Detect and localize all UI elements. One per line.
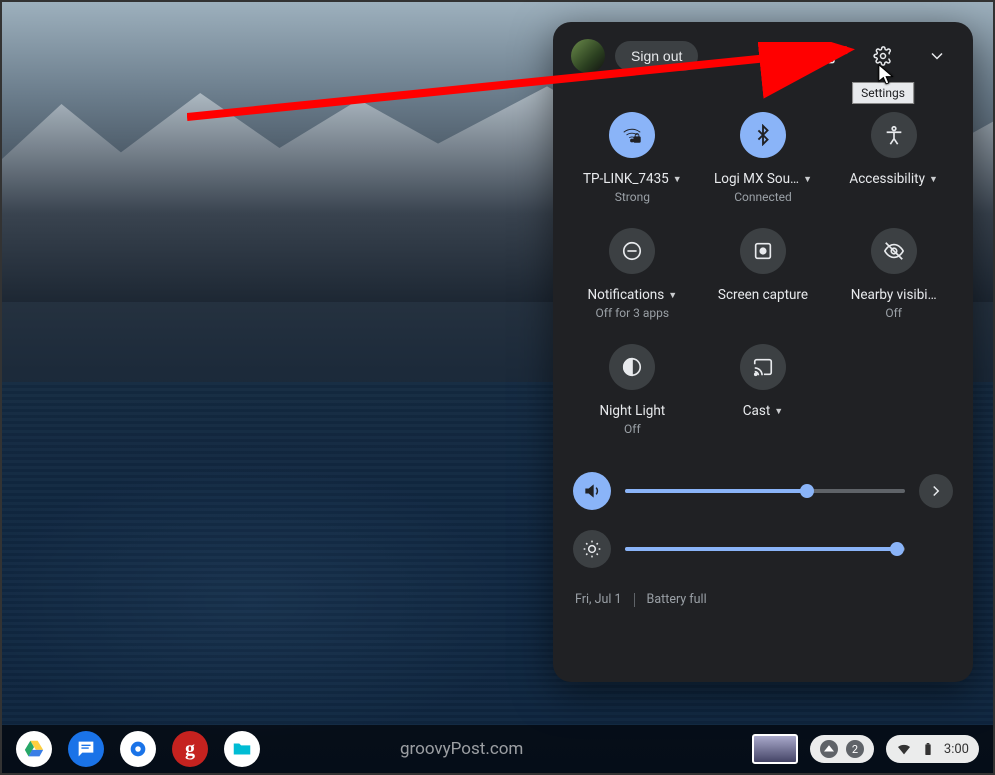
- brightness-row: [571, 520, 955, 578]
- tile-accessibility[interactable]: Accessibility▼: [832, 104, 955, 212]
- tile-label: TP-LINK_7435▼: [583, 171, 682, 187]
- tile-label: Screen capture: [718, 287, 808, 303]
- app-groovypost[interactable]: g: [172, 731, 208, 767]
- tray-expand-icon: [820, 740, 838, 758]
- chevron-right-icon: [927, 482, 945, 500]
- wifi-icon: [896, 741, 912, 757]
- panel-header: Sign out Settings: [571, 38, 955, 74]
- tile-empty: [832, 336, 955, 444]
- dropdown-caret-icon: ▼: [774, 406, 783, 417]
- messages-icon: [75, 738, 97, 760]
- audio-settings-button[interactable]: [919, 474, 953, 508]
- settings-tooltip: Settings: [852, 82, 914, 104]
- tile-label: Accessibility▼: [849, 171, 937, 187]
- settings-button[interactable]: Settings: [865, 38, 901, 74]
- dropdown-caret-icon: ▼: [673, 174, 682, 185]
- shelf-apps: g: [16, 731, 260, 767]
- shelf: g groovyPost.com 2 3:00: [2, 725, 993, 773]
- tile-label: Cast▼: [743, 403, 783, 419]
- volume-slider[interactable]: [625, 489, 905, 493]
- tile-sub: Strong: [573, 190, 692, 204]
- wifi-locked-icon: [609, 112, 655, 158]
- quick-settings-panel: Sign out Settings TP-LINK_7435▼ Strong: [553, 22, 973, 682]
- volume-row: [571, 462, 955, 520]
- lock-icon: [819, 46, 839, 66]
- sign-out-button[interactable]: Sign out: [615, 41, 698, 71]
- app-settings[interactable]: [120, 731, 156, 767]
- tile-label: Night Light: [599, 403, 665, 419]
- app-google-drive[interactable]: [16, 731, 52, 767]
- sliders-section: [571, 462, 955, 578]
- panel-footer: Fri, Jul 1 Battery full: [571, 592, 955, 607]
- dropdown-caret-icon: ▼: [668, 290, 677, 301]
- power-icon: [765, 46, 785, 66]
- drive-icon: [23, 738, 45, 760]
- dropdown-caret-icon: ▼: [803, 174, 812, 185]
- cast-icon: [740, 344, 786, 390]
- gear-icon: [873, 46, 893, 66]
- tile-sub: Off for 3 apps: [573, 306, 692, 320]
- status-area[interactable]: 3:00: [886, 735, 979, 763]
- bluetooth-icon: [740, 112, 786, 158]
- shelf-wallpaper-thumb[interactable]: [752, 734, 798, 764]
- tile-screen-capture[interactable]: Screen capture: [702, 220, 825, 328]
- brightness-icon[interactable]: [573, 530, 611, 568]
- chevron-down-icon: [927, 46, 947, 66]
- battery-icon: [920, 741, 936, 757]
- dropdown-caret-icon: ▼: [929, 174, 938, 185]
- collapse-button[interactable]: [919, 38, 955, 74]
- tile-nearby-visibility[interactable]: Nearby visibi… Off: [832, 220, 955, 328]
- gear-icon: [127, 738, 149, 760]
- tile-cast[interactable]: Cast▼: [702, 336, 825, 444]
- clock-time: 3:00: [944, 742, 969, 757]
- tile-sub: Off: [573, 422, 692, 436]
- footer-date: Fri, Jul 1: [575, 592, 622, 607]
- visibility-off-icon: [871, 228, 917, 274]
- notification-tray[interactable]: 2: [810, 735, 874, 763]
- lock-button[interactable]: [811, 38, 847, 74]
- dnd-icon: [609, 228, 655, 274]
- tile-label: Nearby visibi…: [851, 287, 937, 303]
- footer-battery: Battery full: [647, 592, 707, 607]
- volume-icon[interactable]: [573, 472, 611, 510]
- accessibility-icon: [871, 112, 917, 158]
- tile-label: Logi MX Sou…▼: [714, 171, 812, 187]
- tile-sub: Connected: [704, 190, 823, 204]
- tile-label: Notifications▼: [587, 287, 677, 303]
- power-button[interactable]: [757, 38, 793, 74]
- footer-divider: [634, 593, 635, 607]
- notification-count-badge: 2: [846, 740, 864, 758]
- tile-bluetooth[interactable]: Logi MX Sou…▼ Connected: [702, 104, 825, 212]
- screen-capture-icon: [740, 228, 786, 274]
- quick-settings-tiles: TP-LINK_7435▼ Strong Logi MX Sou…▼ Conne…: [571, 104, 955, 444]
- tile-sub: Off: [834, 306, 953, 320]
- folder-icon: [231, 738, 253, 760]
- watermark-text: groovyPost.com: [400, 739, 523, 759]
- tile-night-light[interactable]: Night Light Off: [571, 336, 694, 444]
- user-avatar[interactable]: [571, 39, 605, 73]
- app-files[interactable]: [224, 731, 260, 767]
- night-light-icon: [609, 344, 655, 390]
- brightness-slider[interactable]: [625, 547, 905, 551]
- app-messages[interactable]: [68, 731, 104, 767]
- tile-wifi[interactable]: TP-LINK_7435▼ Strong: [571, 104, 694, 212]
- tile-notifications[interactable]: Notifications▼ Off for 3 apps: [571, 220, 694, 328]
